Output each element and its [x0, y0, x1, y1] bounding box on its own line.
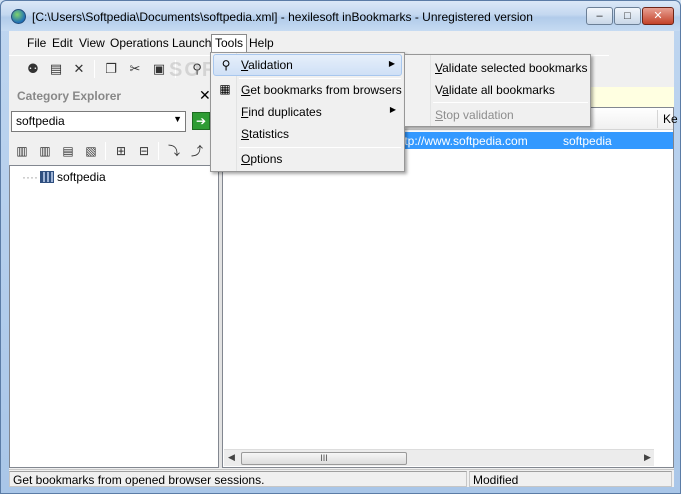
toolbar-separator — [94, 60, 95, 78]
menu-label-post: lidate all bookmarks — [448, 83, 555, 97]
tree-node-label: softpedia — [56, 170, 106, 184]
browser-import-icon: ▦ — [219, 82, 231, 96]
menu-label-key: G — [241, 83, 251, 97]
menu-label-key: S — [435, 108, 444, 122]
globe-icon — [11, 9, 26, 24]
delete-category-icon[interactable]: ▧ — [81, 141, 101, 161]
menu-operations[interactable]: Operations — [106, 34, 173, 52]
menu-item-get-bookmarks[interactable]: ▦ Get bookmarks from browsers — [213, 79, 402, 101]
toolbar-separator — [105, 142, 106, 160]
status-state: Modified — [469, 471, 672, 487]
menu-label-post: top validation — [443, 108, 514, 122]
close-pane-icon[interactable]: ✕ — [199, 87, 211, 104]
menu-label-post: alidation — [248, 58, 293, 72]
go-button[interactable]: ➔ — [192, 112, 210, 130]
tools-menu: ⚲ Validation ▶ ▦ Get bookmarks from brow… — [210, 52, 405, 172]
column-header-keywords[interactable]: Ke — [663, 112, 678, 126]
copy-icon[interactable]: ❐ — [101, 59, 121, 79]
collapse-icon[interactable]: ⊟ — [134, 141, 154, 161]
menu-item-stop-validation: Stop validation — [407, 104, 588, 126]
submenu-arrow-icon: ▶ — [389, 105, 396, 114]
window-title: [C:\Users\Softpedia\Documents\softpedia.… — [32, 10, 533, 24]
menu-separator — [433, 102, 588, 103]
tree-node-softpedia[interactable]: ···· softpedia — [22, 170, 106, 184]
menu-item-validate-all[interactable]: Validate all bookmarks — [407, 79, 588, 101]
column-divider[interactable] — [657, 110, 658, 128]
menu-file[interactable]: File — [23, 34, 50, 52]
menu-item-options[interactable]: Options — [213, 148, 402, 170]
minimize-button[interactable]: ‒ — [586, 7, 613, 25]
menu-help[interactable]: Help — [245, 34, 278, 52]
scroll-left-icon[interactable]: ◀ — [228, 452, 235, 463]
validation-icon: ⚲ — [221, 58, 231, 72]
menu-edit[interactable]: Edit — [48, 34, 77, 52]
menu-item-find-duplicates[interactable]: Find duplicates ▶ — [213, 101, 402, 123]
menu-view[interactable]: View — [75, 34, 109, 52]
menu-label-post: ptions — [250, 152, 283, 166]
delete-icon[interactable]: ✕ — [69, 59, 89, 79]
expand-icon[interactable]: ⊞ — [111, 141, 131, 161]
cell-url: ttp://www.softpedia.com — [401, 134, 528, 148]
menu-label-key: S — [241, 127, 250, 141]
menu-item-statistics[interactable]: Statistics — [213, 123, 402, 145]
menu-label-post: ind duplicates — [248, 105, 322, 119]
category-tree[interactable]: ···· softpedia — [9, 165, 219, 468]
menu-label-key: O — [241, 152, 251, 166]
status-message: Get bookmarks from opened browser sessio… — [9, 471, 467, 487]
move-down-icon[interactable]: ⤵ — [164, 141, 184, 161]
category-properties-icon[interactable]: ▤ — [58, 141, 78, 161]
cell-category: softpedia — [563, 134, 612, 148]
menu-item-validate-selected[interactable]: Validate selected bookmarks — [407, 57, 588, 79]
new-category-icon[interactable]: ▥ — [12, 141, 32, 161]
horizontal-scrollbar[interactable]: ◀ III ▶ — [224, 449, 654, 466]
category-folder-icon — [39, 171, 54, 183]
category-select-value: softpedia — [16, 114, 65, 128]
paste-icon[interactable]: ▣ — [149, 59, 169, 79]
scroll-thumb[interactable]: III — [241, 452, 407, 465]
menu-bar: File Edit View Operations Launch Tools H… — [9, 31, 674, 53]
scroll-right-icon[interactable]: ▶ — [644, 452, 651, 463]
menu-label-post: tatistics — [249, 127, 290, 141]
status-bar: Get bookmarks from opened browser sessio… — [9, 469, 674, 487]
chevron-down-icon[interactable]: ▼ — [173, 114, 182, 124]
menu-launch[interactable]: Launch — [168, 34, 215, 52]
submenu-arrow-icon: ▶ — [388, 59, 395, 68]
close-window-button[interactable]: ✕ — [642, 7, 674, 25]
tree-connector: ···· — [22, 170, 38, 184]
category-select[interactable]: softpedia ▼ — [11, 111, 186, 132]
menu-label-post: alidate selected bookmarks — [442, 61, 588, 75]
category-toolbar: ▥ ▥ ▤ ▧ ⊞ ⊟ ⤵ ⤴ — [9, 139, 219, 163]
menu-item-validation[interactable]: ⚲ Validation ▶ — [213, 54, 402, 76]
toolbar-separator — [158, 142, 159, 160]
menu-label-post: et bookmarks from browsers — [250, 83, 402, 97]
properties-icon[interactable]: ▤ — [46, 59, 66, 79]
menu-tools[interactable]: Tools — [211, 34, 248, 52]
new-subcategory-icon[interactable]: ▥ — [35, 141, 55, 161]
maximize-button[interactable]: □ — [614, 7, 641, 25]
move-up-icon[interactable]: ⤴ — [187, 141, 207, 161]
validation-submenu: Validate selected bookmarks Validate all… — [404, 54, 591, 127]
cut-icon[interactable]: ✂ — [125, 59, 145, 79]
category-explorer: Category Explorer ✕ softpedia ▼ ➔ ▥ ▥ ▤ … — [9, 83, 219, 468]
title-bar[interactable]: [C:\Users\Softpedia\Documents\softpedia.… — [1, 1, 680, 31]
menu-label-key: a — [442, 83, 449, 97]
category-explorer-title: Category Explorer — [17, 89, 122, 103]
new-bookmark-icon[interactable]: ⚉ — [23, 59, 43, 79]
